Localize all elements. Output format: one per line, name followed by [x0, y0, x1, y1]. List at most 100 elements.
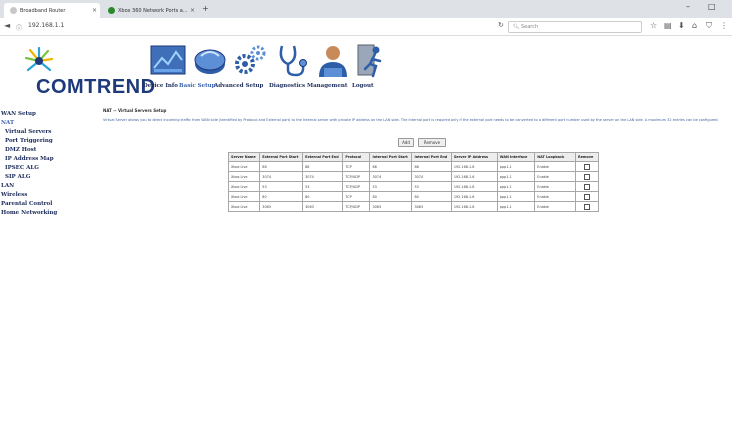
table-cell: Enable [534, 201, 576, 212]
table-cell: 53 [411, 181, 452, 192]
remove-checkbox[interactable] [583, 183, 590, 190]
download-icon[interactable]: ⬇ [678, 21, 685, 30]
device-info-icon[interactable] [150, 42, 188, 78]
sidebar-item-port-triggering[interactable]: Port Triggering [5, 138, 53, 144]
remove-cell [574, 191, 600, 202]
logout-icon[interactable] [356, 42, 388, 78]
column-header: Internal Port Start [369, 152, 413, 162]
remove-checkbox[interactable] [583, 173, 590, 180]
management-icon[interactable] [316, 44, 350, 78]
remove-checkbox[interactable] [583, 163, 590, 170]
nav-diagnostics[interactable]: Diagnostics [269, 83, 305, 89]
remove-checkbox[interactable] [583, 193, 590, 200]
home-icon[interactable]: ⌂ [692, 21, 697, 30]
tab-label: Xbox 360 Network Ports a... [118, 7, 188, 14]
sidebar-item-ip-address-map[interactable]: IP Address Map [5, 156, 54, 162]
table-cell: Enable [534, 181, 576, 192]
new-tab-button[interactable]: + [202, 4, 209, 13]
table-cell: 3074 [259, 171, 304, 182]
tab-favicon-icon [10, 7, 17, 14]
tab-label: Broadband Router [20, 7, 66, 14]
nav-logout[interactable]: Logout [352, 83, 374, 89]
table-cell: TCP [342, 161, 371, 172]
table-cell: Xbox Live [227, 201, 261, 212]
nav-management[interactable]: Management [307, 83, 347, 89]
back-arrow-icon[interactable]: ◄ [4, 21, 10, 30]
tab-close-icon[interactable]: × [92, 7, 100, 14]
table-row: Xbox Live 53 53 TCP/UDP 53 53 192.168.1.… [227, 181, 600, 192]
table-cell: 80 [302, 191, 344, 202]
shield-icon[interactable]: ⛉ [706, 21, 712, 31]
page-description: Virtual Server allows you to direct inco… [103, 118, 719, 122]
table-cell: 3074 [302, 171, 344, 182]
table-cell: TCP [342, 191, 371, 202]
column-header: NAT Loopback [534, 152, 576, 162]
table-cell: Enable [534, 161, 576, 172]
menu-icon[interactable]: ⋮ [720, 21, 728, 30]
table-cell: 192.168.1.6 [450, 161, 498, 172]
sidebar-item-dmz-host[interactable]: DMZ Host [5, 147, 36, 153]
basic-setup-icon[interactable] [193, 44, 227, 78]
table-row: Xbox Live 88 88 TCP 88 88 192.168.1.6 pp… [227, 161, 600, 172]
column-header: Internal Port End [411, 152, 452, 162]
table-cell: TCP/UDP [342, 201, 371, 212]
diagnostics-icon[interactable] [274, 42, 310, 78]
sidebar-item-nat[interactable]: NAT [1, 120, 14, 126]
table-row: Xbox Live 3074 3074 TCP/UDP 3074 3074 19… [227, 171, 600, 182]
search-placeholder: Search [520, 24, 539, 30]
table-cell: Xbox Live [227, 161, 261, 172]
minimize-button[interactable]: – [686, 2, 690, 11]
table-cell: ppp1.1 [496, 171, 536, 182]
table-cell: 3063 [411, 201, 452, 212]
sidebar-item-home-networking[interactable]: Home Networking [1, 210, 57, 216]
sidebar-item-parental-control[interactable]: Parental Control [1, 201, 52, 207]
column-header: WAN Interface [496, 152, 536, 162]
page-breadcrumb: NAT -- Virtual Servers Setup [103, 108, 167, 113]
remove-button[interactable]: Remove [418, 138, 446, 147]
browser-search-input[interactable]: 🔍︎ Search [508, 21, 642, 33]
table-cell: TCP/UDP [342, 171, 371, 182]
sidebar-item-lan[interactable]: LAN [1, 183, 14, 189]
column-header: External Port End [302, 152, 344, 162]
virtual-servers-table: Server Name External Port Start External… [227, 152, 600, 212]
table-cell: 88 [411, 161, 452, 172]
sidebar-item-wireless[interactable]: Wireless [1, 192, 27, 198]
table-cell: 80 [369, 191, 413, 202]
advanced-setup-icon[interactable] [232, 42, 268, 78]
column-header: Protocol [342, 152, 371, 162]
sidebar-item-wan-setup[interactable]: WAN Setup [1, 111, 36, 117]
logo-burst-icon [24, 46, 54, 72]
add-button[interactable]: Add [398, 138, 414, 147]
maximize-button[interactable]: □ [708, 2, 716, 11]
reload-icon[interactable]: ↻ [498, 21, 504, 29]
table-cell: 80 [411, 191, 452, 202]
table-row: Xbox Live 80 80 TCP 80 80 192.168.1.6 pp… [227, 191, 600, 202]
sidebar-item-virtual-servers[interactable]: Virtual Servers [5, 129, 51, 135]
nav-device-info[interactable]: Device Info [143, 83, 178, 89]
sidebar-item-sip-alg[interactable]: SIP ALG [5, 174, 30, 180]
info-icon: ⓘ [16, 25, 23, 32]
browser-tab-bar: Broadband Router × Xbox 360 Network Port… [0, 0, 732, 18]
tab-favicon-icon [108, 7, 115, 14]
browser-tab-xbox[interactable]: Xbox 360 Network Ports a... × [102, 3, 198, 18]
table-cell: 88 [302, 161, 344, 172]
table-cell: 192.168.1.6 [450, 191, 498, 202]
search-icon: 🔍︎ [513, 24, 521, 30]
browser-tab-router[interactable]: Broadband Router × [4, 3, 100, 18]
column-header: Server Name [227, 152, 261, 162]
url-field[interactable]: 192.168.1.1 [28, 22, 64, 29]
sidebar-item-ipsec-alg[interactable]: IPSEC ALG [5, 165, 39, 171]
tab-close-icon[interactable]: × [190, 7, 198, 14]
nav-basic-setup[interactable]: Basic Setup [179, 83, 216, 89]
bookmark-star-icon[interactable]: ☆ [650, 21, 657, 30]
brand-name: COMTREND [36, 76, 156, 98]
table-cell: 3063 [259, 201, 304, 212]
nav-advanced-setup[interactable]: Advanced Setup [214, 83, 263, 89]
remove-checkbox[interactable] [583, 203, 590, 210]
browser-address-bar: ◄ ⓘ 192.168.1.1 ↻ 🔍︎ Search ☆ ▤ ⬇ ⌂ ⛉ ⋮ [0, 18, 732, 36]
table-cell: Xbox Live [227, 181, 261, 192]
library-icon[interactable]: ▤ [664, 21, 672, 30]
table-cell: Xbox Live [227, 191, 261, 202]
column-header: Remove [574, 152, 600, 162]
table-cell: 3063 [302, 201, 344, 212]
